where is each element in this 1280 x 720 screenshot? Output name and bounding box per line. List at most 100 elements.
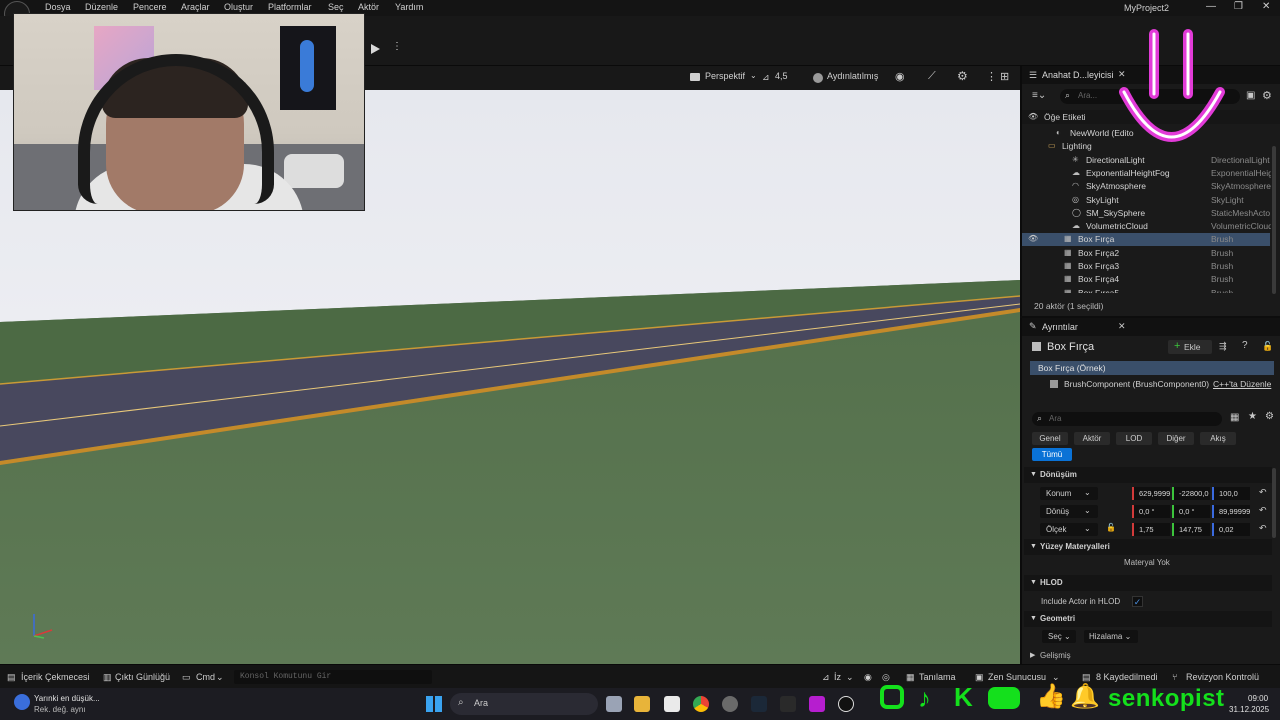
add-component-button[interactable]: + Ekle: [1168, 340, 1212, 354]
menu-dosya[interactable]: Dosya: [45, 2, 71, 12]
filter-genel[interactable]: Genel: [1032, 432, 1068, 445]
transform-type-dropdown[interactable]: Konum ⌄: [1040, 487, 1098, 500]
content-drawer-button[interactable]: İçerik Çekmecesi: [21, 672, 90, 682]
chrome-icon[interactable]: [693, 696, 709, 712]
transform-value-field[interactable]: 89,99999: [1212, 505, 1250, 518]
outliner-row[interactable]: ☁ ExponentialHeightFog ExponentialHeig: [1022, 167, 1271, 180]
outliner-settings-icon[interactable]: ⚙: [1262, 89, 1272, 102]
outliner-row[interactable]: ◠ SkyAtmosphere SkyAtmosphere: [1022, 180, 1271, 193]
settings-icon[interactable]: ⚙: [957, 69, 968, 83]
folder-add-icon[interactable]: ▣: [1246, 90, 1255, 101]
details-scrollbar[interactable]: [1272, 468, 1276, 538]
lock-icon[interactable]: 🔓: [1262, 341, 1273, 352]
outliner-row[interactable]: ✳ DirectionalLight DirectionalLight: [1022, 154, 1270, 167]
reset-icon[interactable]: ↶: [1259, 505, 1267, 516]
cmd-dropdown[interactable]: Cmd: [196, 672, 215, 682]
filter-icon[interactable]: ≡⌄: [1032, 90, 1046, 101]
file-explorer-icon[interactable]: [634, 696, 650, 712]
windows-start-icon[interactable]: [426, 696, 442, 712]
geometry-select-dropdown[interactable]: Seç ⌄: [1042, 630, 1076, 643]
transform-value-field[interactable]: 100,0: [1212, 487, 1250, 500]
menu-platformlar[interactable]: Platformlar: [268, 2, 312, 12]
include-in-hlod-checkbox[interactable]: ✓: [1132, 596, 1143, 607]
output-log-icon[interactable]: ▥: [103, 672, 112, 683]
transform-value-field[interactable]: 0,0 °: [1172, 505, 1210, 518]
reset-icon[interactable]: ↶: [1259, 487, 1267, 498]
details-settings-icon[interactable]: ⚙: [1265, 411, 1274, 422]
transform-section[interactable]: ▼ Dönüşüm: [1024, 467, 1272, 483]
epic-games-icon[interactable]: [780, 696, 796, 712]
chevron-down-icon[interactable]: ⌄: [750, 71, 757, 80]
item-label-column[interactable]: Öğe Etiketi: [1044, 112, 1086, 122]
details-tab[interactable]: ✎ Ayrıntılar ✕: [1022, 318, 1280, 336]
transform-type-dropdown[interactable]: Dönüş ⌄: [1040, 505, 1098, 518]
grid-view-icon[interactable]: ▦: [1230, 412, 1239, 423]
filter-diger[interactable]: Diğer: [1158, 432, 1194, 445]
trace-icon[interactable]: ⊿: [822, 672, 830, 683]
content-drawer-icon[interactable]: ▤: [7, 672, 16, 683]
console-input[interactable]: Konsol Komutunu Gir: [234, 670, 432, 684]
taskbar-search[interactable]: ⌕ Ara: [450, 693, 598, 715]
advanced-row[interactable]: ▶ Gelişmiş: [1024, 649, 1272, 663]
output-log-button[interactable]: Çıktı Günlüğü: [115, 672, 170, 682]
outliner-scrollbar[interactable]: [1272, 146, 1276, 294]
transform-value-field[interactable]: 0,0 °: [1132, 505, 1170, 518]
menu-aktor[interactable]: Aktör: [358, 2, 379, 12]
menu-duzenle[interactable]: Düzenle: [85, 2, 118, 12]
transform-value-field[interactable]: 1,75: [1132, 523, 1170, 536]
transform-value-field[interactable]: -22800,0: [1172, 487, 1210, 500]
outliner-row[interactable]: 👁 ▦ Box Fırça Brush: [1022, 233, 1270, 247]
menu-araclar[interactable]: Araçlar: [181, 2, 210, 12]
obs-icon[interactable]: [722, 696, 738, 712]
outliner-row[interactable]: ◎ SkyLight SkyLight: [1022, 194, 1270, 207]
outliner-row[interactable]: ▦ Box Fırça3 Brush: [1022, 260, 1270, 273]
edit-in-cpp-link[interactable]: C++'ta Düzenle: [1213, 379, 1271, 389]
show-flags-icon[interactable]: ◉: [895, 70, 905, 83]
app-pink-icon[interactable]: [809, 696, 825, 712]
brush-component-row[interactable]: BrushComponent (BrushComponent0) C++'ta …: [1030, 377, 1274, 391]
weather-icon[interactable]: [14, 694, 30, 710]
outliner-row[interactable]: ▦ Box Fırça2 Brush: [1022, 247, 1270, 260]
close-details-icon[interactable]: ✕: [1118, 321, 1126, 332]
geometry-align-dropdown[interactable]: Hizalama ⌄: [1084, 630, 1138, 643]
perspective-button[interactable]: Perspektif: [705, 71, 745, 81]
details-search-input[interactable]: ⌕ Ara: [1032, 412, 1222, 426]
component-instance-row[interactable]: Box Fırça (Örnek): [1030, 361, 1274, 375]
outliner-row[interactable]: ◯ SM_SkySphere StaticMeshActo: [1022, 207, 1270, 220]
scale-lock-icon[interactable]: 🔓: [1106, 523, 1116, 532]
steam-icon[interactable]: [751, 696, 767, 712]
surface-materials-section[interactable]: ▼ Yüzey Materyalleri: [1024, 539, 1272, 555]
menu-pencere[interactable]: Pencere: [133, 2, 167, 12]
favorites-icon[interactable]: ★: [1248, 411, 1257, 422]
filter-tumu[interactable]: Tümü: [1032, 448, 1072, 461]
reset-icon[interactable]: ↶: [1259, 523, 1267, 534]
play-icon[interactable]: [371, 44, 380, 54]
chevron-down-icon[interactable]: ⌄: [846, 672, 854, 683]
snap-icon[interactable]: ⟋: [928, 70, 936, 83]
chevron-down-icon[interactable]: ⌄: [216, 672, 224, 683]
menu-yardim[interactable]: Yardım: [395, 2, 423, 12]
more-icon[interactable]: ⋮: [986, 70, 997, 83]
geometry-section[interactable]: ▼ Geometri: [1024, 611, 1272, 627]
task-view-icon[interactable]: [606, 696, 622, 712]
minimize-button[interactable]: —: [1206, 1, 1216, 12]
menu-olustur[interactable]: Oluştur: [224, 2, 253, 12]
store-icon[interactable]: [664, 696, 680, 712]
trace-button[interactable]: İz: [834, 672, 841, 682]
unreal-taskbar-icon[interactable]: [838, 696, 854, 712]
lighting-mode-button[interactable]: Aydınlatılmış: [827, 71, 878, 81]
transform-type-dropdown[interactable]: Ölçek ⌄: [1040, 523, 1098, 536]
restore-button[interactable]: ❐: [1234, 1, 1243, 12]
camera-icon[interactable]: [690, 73, 700, 81]
transform-value-field[interactable]: 0,02: [1212, 523, 1250, 536]
weather-line1[interactable]: Yarınki en düşük...: [34, 694, 100, 703]
visibility-icon[interactable]: 👁: [1028, 112, 1038, 121]
more-options-icon[interactable]: ⋮: [392, 41, 402, 52]
fov-value[interactable]: 4,5: [775, 71, 788, 81]
actor-name[interactable]: Box Fırça: [1047, 341, 1094, 353]
hlod-section[interactable]: ▼ HLOD: [1024, 575, 1272, 591]
filter-aktor[interactable]: Aktör: [1074, 432, 1110, 445]
close-window-button[interactable]: ✕: [1262, 1, 1270, 12]
transform-value-field[interactable]: 629,9999: [1132, 487, 1170, 500]
filter-lod[interactable]: LOD: [1116, 432, 1152, 445]
